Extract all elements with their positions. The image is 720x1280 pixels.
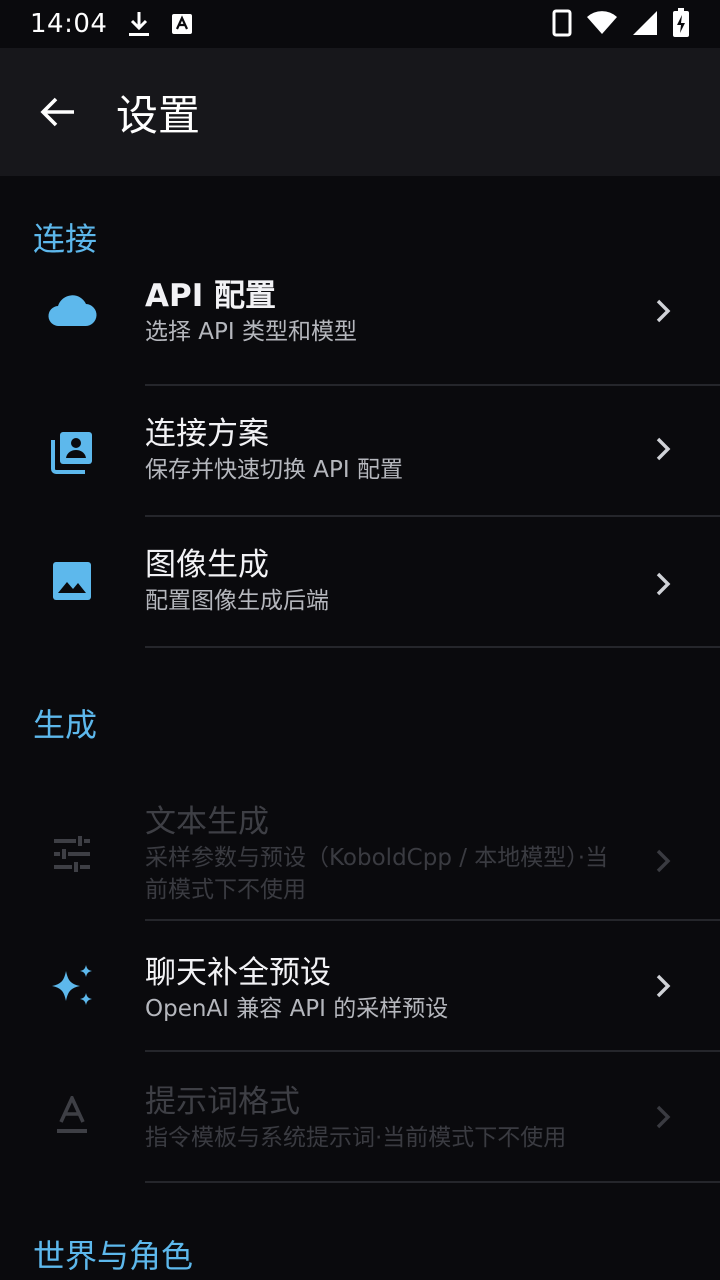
section-header-world-characters: 世界与角色 — [33, 1237, 194, 1275]
settings-item-title: 提示词格式 — [145, 1084, 300, 1120]
divider — [145, 1181, 720, 1183]
text-a-icon — [171, 13, 193, 35]
sparkle-icon — [46, 961, 98, 1013]
settings-item-subtitle: 指令模板与系统提示词·当前模式下不使用 — [145, 1125, 567, 1151]
status-time: 14:04 — [30, 9, 108, 39]
download-icon — [127, 10, 151, 38]
settings-item-subtitle: 采样参数与预设（KoboldCpp / 本地模型）·当前模式下不使用 — [145, 845, 609, 903]
settings-item-image-generation[interactable]: 图像生成 配置图像生成后端 — [0, 517, 720, 646]
chevron-right-icon — [652, 971, 674, 1001]
tune-icon — [46, 828, 98, 880]
settings-item-subtitle: 配置图像生成后端 — [145, 588, 329, 614]
status-bar: 14:04 — [0, 0, 720, 48]
cloud-icon — [46, 284, 98, 336]
chevron-right-icon — [652, 569, 674, 599]
wifi-icon — [586, 10, 618, 36]
arrow-left-icon — [40, 97, 74, 127]
text-format-icon — [46, 1090, 98, 1142]
settings-item-text-generation[interactable]: 文本生成 采样参数与预设（KoboldCpp / 本地模型）·当前模式下不使用 — [0, 762, 720, 919]
settings-item-title: 图像生成 — [145, 547, 269, 583]
chevron-right-icon — [652, 846, 674, 876]
settings-item-subtitle: OpenAI 兼容 API 的采样预设 — [145, 996, 449, 1022]
phone-icon — [552, 9, 572, 37]
section-header-connection: 连接 — [33, 220, 98, 258]
chevron-right-icon — [652, 1102, 674, 1132]
settings-item-chat-completion-presets[interactable]: 聊天补全预设 OpenAI 兼容 API 的采样预设 — [0, 921, 720, 1050]
settings-item-title: 连接方案 — [145, 416, 269, 452]
settings-item-title: 聊天补全预设 — [145, 955, 331, 991]
back-button[interactable] — [36, 90, 80, 134]
chevron-right-icon — [652, 296, 674, 326]
chevron-right-icon — [652, 434, 674, 464]
settings-item-prompt-format[interactable]: 提示词格式 指令模板与系统提示词·当前模式下不使用 — [0, 1052, 720, 1181]
section-header-generation: 生成 — [33, 706, 98, 744]
settings-item-subtitle: 保存并快速切换 API 配置 — [145, 457, 404, 483]
settings-item-connection-profiles[interactable]: 连接方案 保存并快速切换 API 配置 — [0, 386, 720, 515]
image-icon — [46, 555, 98, 607]
divider — [145, 646, 720, 648]
contact-card-icon — [46, 426, 98, 478]
app-bar: 设置 — [0, 48, 720, 176]
signal-icon — [632, 10, 658, 36]
settings-item-title: API 配置 — [145, 278, 277, 314]
settings-item-subtitle: 选择 API 类型和模型 — [145, 319, 358, 345]
settings-item-api-config[interactable]: API 配置 选择 API 类型和模型 — [0, 276, 720, 384]
battery-charging-icon — [672, 8, 690, 38]
page-title: 设置 — [116, 90, 201, 140]
settings-item-title: 文本生成 — [145, 804, 269, 840]
